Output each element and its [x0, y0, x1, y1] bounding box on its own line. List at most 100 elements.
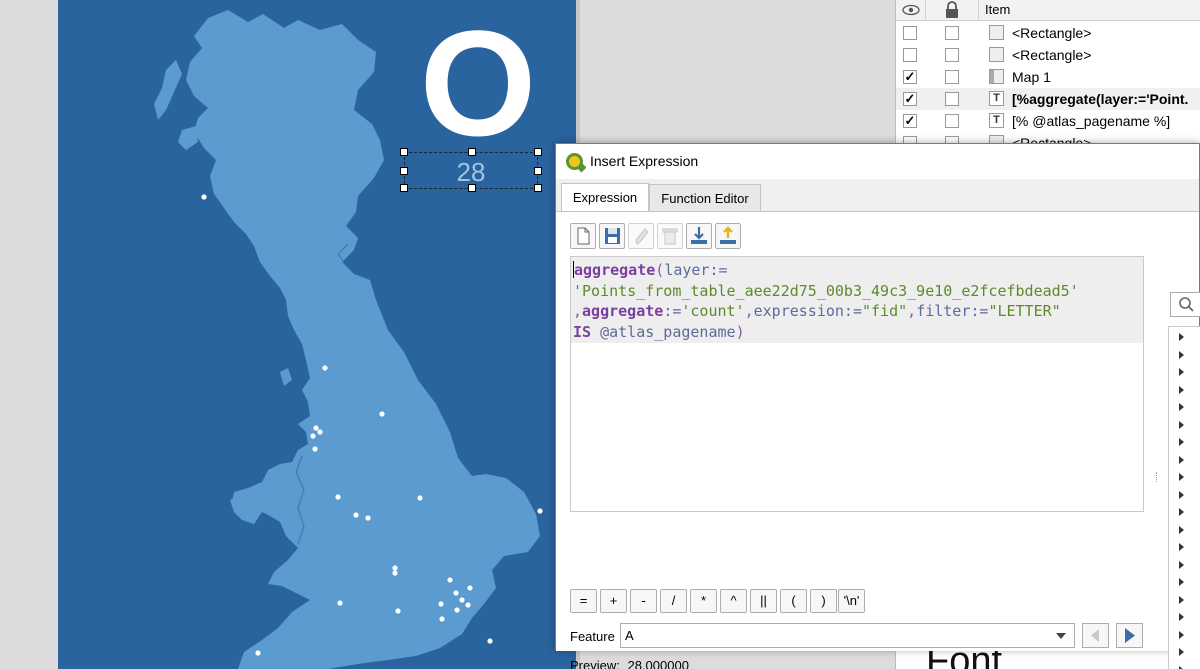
eye-icon: [902, 4, 920, 16]
feature-select[interactable]: A: [620, 623, 1075, 648]
lock-checkbox[interactable]: [945, 92, 959, 106]
expand-arrow-icon[interactable]: [1179, 490, 1184, 499]
expand-arrow-icon[interactable]: [1179, 560, 1184, 569]
delete-button[interactable]: [657, 223, 683, 249]
expand-arrow-icon[interactable]: [1179, 368, 1184, 376]
edit-icon: [635, 228, 649, 245]
items-panel: Item <Rectangle> <Rectangle> ✓ Map 1 ✓ T [%agg…: [895, 0, 1200, 151]
export-button[interactable]: [715, 223, 741, 249]
new-file-button[interactable]: [570, 223, 596, 249]
resize-handle-tl[interactable]: [400, 148, 408, 156]
text-icon: T: [989, 91, 1004, 106]
resize-handle-bl[interactable]: [400, 184, 408, 192]
expand-arrow-icon[interactable]: [1179, 613, 1184, 621]
visibility-checkbox[interactable]: ✓: [903, 114, 917, 128]
operator-button[interactable]: =: [570, 589, 597, 613]
item-name: <Rectangle>: [1012, 25, 1092, 41]
expand-arrow-icon[interactable]: [1179, 438, 1184, 446]
item-name: [% @atlas_pagename %]: [1012, 113, 1171, 129]
delete-icon: [662, 228, 678, 245]
expand-arrow-icon[interactable]: [1179, 333, 1184, 341]
save-button[interactable]: [599, 223, 625, 249]
item-row[interactable]: ✓ T [%aggregate(layer:='Point.: [896, 88, 1200, 110]
qgis-layout-window: O 28 Item <Rectangle> <Rectangle> ✓ Map 1 ✓ T…: [0, 0, 1200, 669]
previous-feature-button[interactable]: [1082, 623, 1109, 648]
visibility-checkbox[interactable]: [903, 26, 917, 40]
item-name: Map 1: [1012, 69, 1051, 85]
operator-button[interactable]: /: [660, 589, 687, 613]
operator-button[interactable]: -: [630, 589, 657, 613]
function-search-input[interactable]: [1170, 292, 1200, 317]
operator-button[interactable]: ): [810, 589, 837, 613]
visibility-column-header[interactable]: [896, 0, 926, 21]
atlas-letter-label[interactable]: O: [403, 8, 553, 158]
preview-label: Preview:: [570, 658, 620, 669]
expand-arrow-icon[interactable]: [1179, 385, 1184, 394]
function-list[interactable]: [1168, 326, 1200, 669]
resize-handle-tr[interactable]: [534, 148, 542, 156]
resize-handle-r[interactable]: [534, 167, 542, 175]
resize-handle-b[interactable]: [468, 184, 476, 192]
expression-code[interactable]: aggregate(layer:= 'Points_from_table_aee…: [571, 257, 1143, 343]
map-page[interactable]: O 28: [58, 0, 576, 669]
lock-checkbox[interactable]: [945, 48, 959, 62]
import-button[interactable]: [686, 223, 712, 249]
expand-arrow-icon[interactable]: [1179, 525, 1184, 534]
expand-arrow-icon[interactable]: [1179, 455, 1184, 464]
operator-button[interactable]: ||: [750, 589, 777, 613]
lock-checkbox[interactable]: [945, 26, 959, 40]
expand-arrow-icon[interactable]: [1179, 543, 1184, 551]
text-icon: T: [989, 113, 1004, 128]
lock-checkbox[interactable]: [945, 114, 959, 128]
item-name: [%aggregate(layer:='Point.: [1012, 91, 1189, 107]
operator-button[interactable]: ^: [720, 589, 747, 613]
visibility-checkbox[interactable]: ✓: [903, 70, 917, 84]
next-feature-button[interactable]: [1116, 623, 1143, 648]
item-row[interactable]: <Rectangle>: [896, 22, 1200, 44]
item-row[interactable]: ✓ Map 1: [896, 66, 1200, 88]
item-name: <Rectangle>: [1012, 47, 1092, 63]
expand-arrow-icon[interactable]: [1179, 595, 1184, 604]
expand-arrow-icon[interactable]: [1179, 420, 1184, 429]
dialog-titlebar[interactable]: Insert Expression: [556, 144, 1199, 179]
operator-button[interactable]: (: [780, 589, 807, 613]
item-column-header[interactable]: Item: [985, 0, 1200, 21]
expression-editor[interactable]: aggregate(layer:= 'Points_from_table_aee…: [570, 256, 1144, 512]
insert-expression-dialog: Insert Expression Expression Function Ed…: [555, 143, 1200, 669]
expand-arrow-icon[interactable]: [1179, 508, 1184, 516]
arrow-right-icon: [1125, 628, 1135, 643]
chevron-down-icon: [1056, 633, 1066, 639]
tab-function-editor[interactable]: Function Editor: [649, 184, 761, 212]
item-row[interactable]: <Rectangle>: [896, 44, 1200, 66]
resize-handle-l[interactable]: [400, 167, 408, 175]
resize-handle-t[interactable]: [468, 148, 476, 156]
edit-button[interactable]: [628, 223, 654, 249]
dialog-title: Insert Expression: [590, 153, 699, 169]
preview-text: Preview: 28.000000: [570, 658, 689, 669]
visibility-checkbox[interactable]: ✓: [903, 92, 917, 106]
expand-arrow-icon[interactable]: [1179, 665, 1184, 669]
preview-value: 28.000000: [627, 658, 689, 669]
lock-icon: [946, 1, 958, 18]
expand-arrow-icon[interactable]: [1179, 630, 1184, 639]
expand-arrow-icon[interactable]: [1179, 350, 1184, 359]
expand-arrow-icon[interactable]: [1179, 648, 1184, 656]
operator-button[interactable]: '\n': [838, 589, 865, 613]
visibility-checkbox[interactable]: [903, 48, 917, 62]
expand-arrow-icon[interactable]: [1179, 403, 1184, 411]
resize-handle-br[interactable]: [534, 184, 542, 192]
item-row[interactable]: ✓ T [% @atlas_pagename %]: [896, 110, 1200, 132]
code-line-1-keyword: aggregate: [574, 261, 656, 279]
lock-checkbox[interactable]: [945, 70, 959, 84]
expand-arrow-icon[interactable]: [1179, 473, 1184, 481]
expand-arrow-icon[interactable]: [1179, 578, 1184, 586]
lock-column-header[interactable]: [926, 0, 979, 21]
count-label-selection[interactable]: 28: [400, 148, 542, 192]
new-file-icon: [577, 227, 590, 245]
splitter-handle[interactable]: [1156, 472, 1158, 482]
properties-panel: Font: [895, 640, 1200, 669]
operator-button[interactable]: *: [690, 589, 717, 613]
outer-hebrides: [154, 60, 182, 120]
tab-expression[interactable]: Expression: [561, 183, 649, 213]
operator-button[interactable]: +: [600, 589, 627, 613]
